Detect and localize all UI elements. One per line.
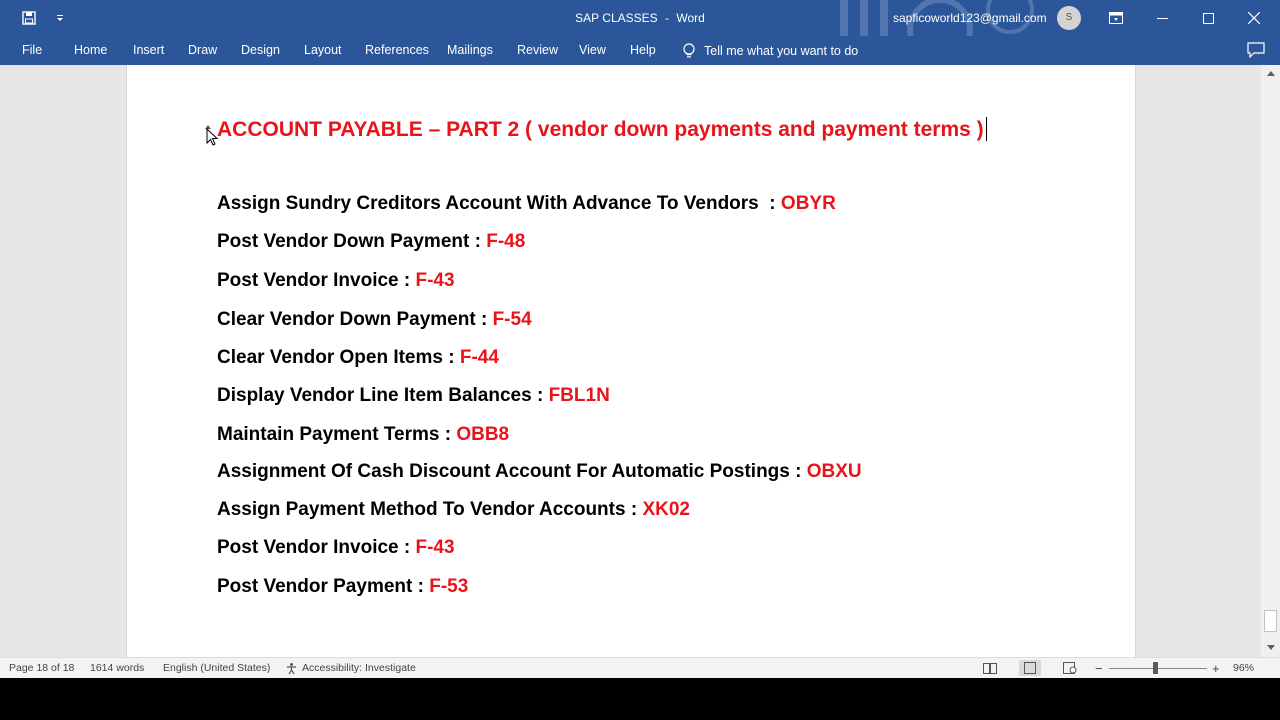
accessibility-status[interactable]: Accessibility: Investigate — [285, 658, 416, 679]
tcode: XK02 — [642, 499, 690, 520]
list-item[interactable]: Assignment Of Cash Discount Account For … — [217, 461, 862, 483]
save-icon — [22, 11, 36, 25]
mouse-pointer-icon — [206, 128, 218, 146]
app-name: Word — [676, 11, 705, 25]
print-layout-button[interactable] — [1019, 660, 1041, 676]
tab-draw[interactable]: Draw — [188, 36, 217, 65]
tcode: F-53 — [429, 576, 469, 597]
list-item[interactable]: Clear Vendor Open Items : F-44 — [217, 347, 499, 369]
avatar[interactable]: S — [1057, 6, 1081, 30]
zoom-slider-thumb[interactable] — [1153, 662, 1158, 674]
tcode: F-44 — [459, 347, 499, 368]
customize-quick-access-button[interactable] — [50, 0, 70, 36]
line-label: Assign Sundry Creditors Account With Adv… — [217, 193, 781, 214]
tab-references[interactable]: References — [365, 36, 429, 65]
tab-layout[interactable]: Layout — [304, 36, 342, 65]
language-status[interactable]: English (United States) — [163, 658, 270, 679]
tab-review[interactable]: Review — [517, 36, 558, 65]
document-name: SAP CLASSES — [575, 11, 658, 25]
line-label: Assign Payment Method To Vendor Accounts… — [217, 499, 643, 520]
scrollbar-thumb[interactable] — [1264, 610, 1277, 632]
heading-text: ACCOUNT PAYABLE – PART 2 ( vendor down p… — [217, 118, 984, 141]
tcode: OBB8 — [456, 424, 510, 445]
web-layout-icon — [1063, 662, 1077, 674]
line-label: Clear Vendor Down Payment : — [217, 309, 493, 330]
web-layout-button[interactable] — [1059, 660, 1081, 676]
list-item[interactable]: Clear Vendor Down Payment : F-54 — [217, 309, 532, 331]
window-title: SAP CLASSES - Word — [0, 0, 1280, 36]
tab-help[interactable]: Help — [630, 36, 656, 65]
chevron-up-icon — [1266, 71, 1275, 76]
minimize-button[interactable] — [1139, 0, 1185, 36]
read-mode-button[interactable] — [979, 660, 1001, 676]
line-label: Post Vendor Payment : — [217, 576, 430, 597]
tab-home[interactable]: Home — [74, 36, 107, 65]
title-separator: - — [665, 11, 670, 25]
status-bar: Page 18 of 18 1614 words English (United… — [0, 657, 1280, 678]
line-label: Post Vendor Invoice : — [217, 270, 416, 291]
accessibility-icon — [287, 663, 296, 675]
ribbon-display-icon — [1109, 12, 1123, 24]
zoom-slider-track[interactable] — [1109, 668, 1207, 669]
list-item[interactable]: Post Vendor Down Payment : F-48 — [217, 231, 525, 253]
tab-mailings[interactable]: Mailings — [447, 36, 493, 65]
tab-file[interactable]: File — [22, 36, 42, 65]
line-label: Post Vendor Down Payment : — [217, 231, 487, 252]
tab-insert[interactable]: Insert — [133, 36, 164, 65]
line-label: Clear Vendor Open Items : — [217, 347, 460, 368]
text-caret — [985, 117, 987, 141]
tell-me-search[interactable]: Tell me what you want to do — [682, 36, 858, 65]
list-item[interactable]: Post Vendor Invoice : F-43 — [217, 537, 455, 559]
tab-design[interactable]: Design — [241, 36, 280, 65]
accessibility-label: Accessibility: Investigate — [302, 662, 416, 674]
line-label: Assignment Of Cash Discount Account For … — [217, 461, 807, 482]
close-icon — [1248, 12, 1260, 24]
zoom-in-button[interactable]: + — [1212, 658, 1220, 679]
maximize-button[interactable] — [1185, 0, 1231, 36]
zoom-out-button[interactable]: − — [1095, 658, 1103, 679]
list-item[interactable]: Maintain Payment Terms : OBB8 — [217, 424, 509, 446]
word-count[interactable]: 1614 words — [90, 658, 144, 679]
document-page[interactable]: ACCOUNT PAYABLE – PART 2 ( vendor down p… — [126, 65, 1136, 657]
tcode: F-54 — [492, 309, 532, 330]
document-area[interactable]: ACCOUNT PAYABLE – PART 2 ( vendor down p… — [0, 65, 1261, 657]
vertical-scrollbar[interactable] — [1261, 65, 1280, 657]
scroll-down-button[interactable] — [1261, 639, 1280, 656]
tcode: OBXU — [806, 461, 862, 482]
book-icon — [983, 662, 997, 674]
list-item[interactable]: Post Vendor Payment : F-53 — [217, 576, 468, 598]
tell-me-label: Tell me what you want to do — [704, 43, 859, 58]
zoom-level[interactable]: 96% — [1233, 658, 1254, 679]
lightbulb-icon — [683, 42, 695, 57]
tcode: OBYR — [780, 193, 836, 214]
close-button[interactable] — [1231, 0, 1277, 36]
line-label: Post Vendor Invoice : — [217, 537, 416, 558]
chevron-down-icon — [1266, 645, 1275, 650]
tcode: F-43 — [415, 270, 455, 291]
tcode: FBL1N — [548, 385, 610, 406]
screen-bottom-bar — [0, 678, 1280, 720]
save-button[interactable] — [14, 0, 44, 36]
user-email[interactable]: sapficoworld123@gmail.com — [893, 0, 1047, 36]
document-heading[interactable]: ACCOUNT PAYABLE – PART 2 ( vendor down p… — [217, 115, 1017, 144]
minimize-icon — [1156, 17, 1168, 19]
list-item[interactable]: Post Vendor Invoice : F-43 — [217, 270, 455, 292]
tcode: F-43 — [415, 537, 455, 558]
maximize-icon — [1202, 12, 1214, 24]
ribbon-display-options-button[interactable] — [1093, 0, 1139, 36]
dropdown-icon — [57, 15, 63, 21]
list-item[interactable]: Display Vendor Line Item Balances : FBL1… — [217, 385, 610, 407]
list-item[interactable]: Assign Sundry Creditors Account With Adv… — [217, 193, 836, 215]
page-count[interactable]: Page 18 of 18 — [9, 658, 74, 679]
list-item[interactable]: Assign Payment Method To Vendor Accounts… — [217, 499, 690, 521]
comments-icon[interactable] — [1247, 42, 1265, 58]
tcode: F-48 — [486, 231, 526, 252]
tab-view[interactable]: View — [579, 36, 606, 65]
title-bar: SAP CLASSES - Word sapficoworld123@gmail… — [0, 0, 1280, 36]
scroll-up-button[interactable] — [1261, 65, 1280, 82]
line-label: Maintain Payment Terms : — [217, 424, 457, 445]
ribbon-tabs: File Home Insert Draw Design Layout Refe… — [0, 36, 1280, 65]
page-icon — [1024, 662, 1036, 674]
line-label: Display Vendor Line Item Balances : — [217, 385, 549, 406]
